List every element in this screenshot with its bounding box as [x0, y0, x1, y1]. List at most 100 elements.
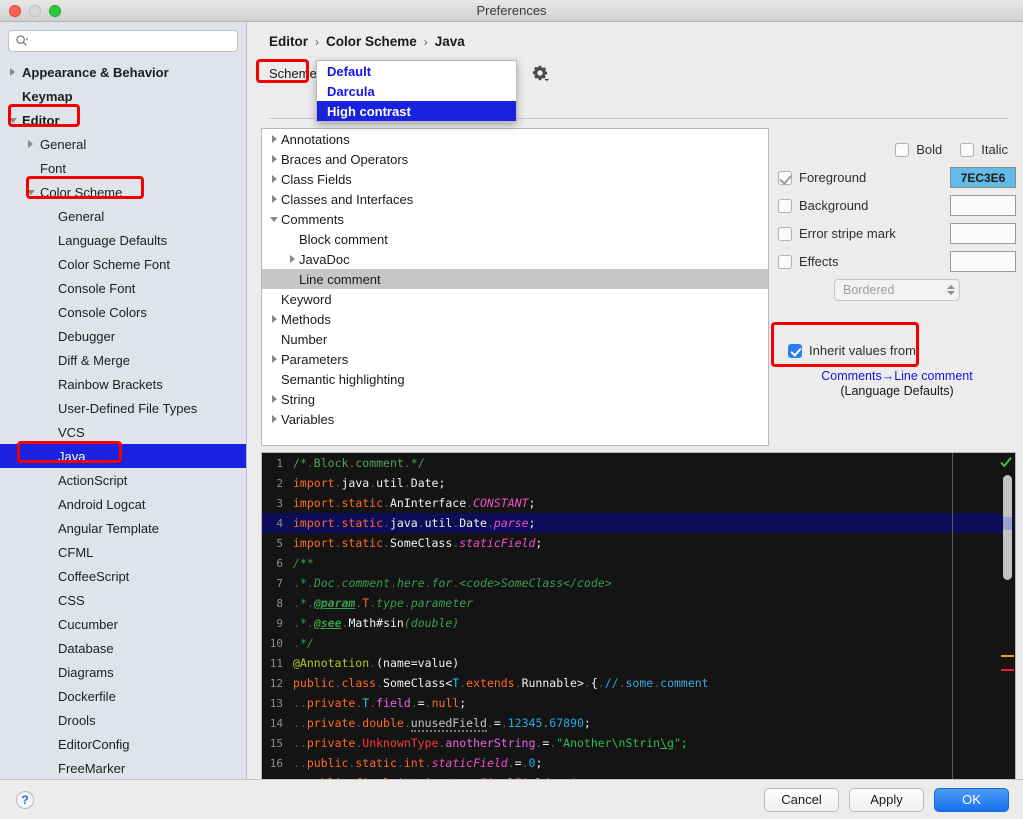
sidebar-item-color-scheme-font[interactable]: Color Scheme Font — [0, 252, 246, 276]
foreground-color-swatch[interactable]: 7EC3E6 — [950, 167, 1016, 188]
inherit-checkbox[interactable] — [788, 343, 802, 358]
settings-tree-item-javadoc[interactable]: JavaDoc — [262, 249, 768, 269]
settings-tree-item-keyword[interactable]: Keyword — [262, 289, 768, 309]
dropdown-option-high-contrast[interactable]: High contrast — [317, 101, 516, 121]
sidebar-item-console-colors[interactable]: Console Colors — [0, 300, 246, 324]
error-stripe-color-swatch[interactable] — [950, 223, 1016, 244]
settings-tree-item-semantic-highlighting[interactable]: Semantic highlighting — [262, 369, 768, 389]
background-checkbox-row[interactable]: Background — [778, 198, 950, 213]
breadcrumb-item-java[interactable]: Java — [435, 34, 465, 49]
sidebar-item-dockerfile[interactable]: Dockerfile — [0, 684, 246, 708]
foreground-checkbox-row[interactable]: Foreground — [778, 170, 950, 185]
sidebar-item-actionscript[interactable]: ActionScript — [0, 468, 246, 492]
chevron-right-icon[interactable] — [267, 315, 281, 323]
background-color-swatch[interactable] — [950, 195, 1016, 216]
foreground-checkbox[interactable] — [778, 170, 792, 185]
settings-tree-item-braces-and-operators[interactable]: Braces and Operators — [262, 149, 768, 169]
chevron-updown-icon[interactable] — [947, 285, 955, 295]
code-line[interactable]: 7 .*.Doc.comment.here.for.<code>SomeClass… — [262, 573, 1015, 593]
effect-type-select[interactable]: Bordered — [834, 279, 960, 301]
code-line[interactable]: 14 ..private.double.unusedField.=.12345.6… — [262, 713, 1015, 733]
chevron-down-icon[interactable] — [267, 216, 281, 222]
settings-tree-item-block-comment[interactable]: Block comment — [262, 229, 768, 249]
sidebar-item-user-defined-file-types[interactable]: User-Defined File Types — [0, 396, 246, 420]
effects-color-swatch[interactable] — [950, 251, 1016, 272]
code-line[interactable]: 8 .*.@param.T.type.parameter — [262, 593, 1015, 613]
chevron-down-icon[interactable] — [6, 114, 19, 127]
ok-button[interactable]: OK — [934, 787, 1009, 812]
sidebar-item-android-logcat[interactable]: Android Logcat — [0, 492, 246, 516]
settings-tree-item-string[interactable]: String — [262, 389, 768, 409]
chevron-right-icon[interactable] — [285, 255, 299, 263]
code-line[interactable]: 11 @Annotation.(name=value) — [262, 653, 1015, 673]
sidebar-item-cfml[interactable]: CFML — [0, 540, 246, 564]
cancel-button[interactable]: Cancel — [764, 787, 839, 812]
sidebar-item-editor[interactable]: Editor — [0, 108, 246, 132]
sidebar-item-coffeescript[interactable]: CoffeeScript — [0, 564, 246, 588]
sidebar-item-color-scheme[interactable]: Color Scheme — [0, 180, 246, 204]
code-line[interactable]: 12 public.class.SomeClass<T.extends.Runna… — [262, 673, 1015, 693]
settings-tree-item-annotations[interactable]: Annotations — [262, 129, 768, 149]
settings-tree-item-comments[interactable]: Comments — [262, 209, 768, 229]
sidebar-item-console-font[interactable]: Console Font — [0, 276, 246, 300]
sidebar-item-appearance-behavior[interactable]: Appearance & Behavior — [0, 60, 246, 84]
code-line[interactable]: 13 ..private.T.field.=.null; — [262, 693, 1015, 713]
bold-checkbox-row[interactable]: Bold — [895, 142, 942, 157]
gear-icon[interactable] — [531, 64, 549, 82]
settings-tree-item-number[interactable]: Number — [262, 329, 768, 349]
help-button[interactable]: ? — [16, 790, 34, 809]
sidebar-item-keymap[interactable]: Keymap — [0, 84, 246, 108]
chevron-right-icon[interactable] — [267, 395, 281, 403]
sidebar-item-css[interactable]: CSS — [0, 588, 246, 612]
editor-scrollbar[interactable] — [1000, 453, 1014, 799]
code-preview[interactable]: 1 /*.Block.comment.*/ 2 import.java.util.Da… — [261, 452, 1016, 800]
italic-checkbox-row[interactable]: Italic — [960, 142, 1008, 157]
code-line[interactable]: 15 ..private.UnknownType.anotherString.=.… — [262, 733, 1015, 753]
chevron-right-icon[interactable] — [24, 138, 37, 151]
code-line[interactable]: 2 import.java.util.Date; — [262, 473, 1015, 493]
error-stripe-checkbox-row[interactable]: Error stripe mark — [778, 226, 950, 241]
sidebar-item-general[interactable]: General — [0, 132, 246, 156]
settings-tree-item-class-fields[interactable]: Class Fields — [262, 169, 768, 189]
breadcrumb-item-editor[interactable]: Editor — [269, 34, 308, 49]
warning-stripe-marker[interactable] — [1001, 655, 1014, 657]
italic-checkbox[interactable] — [960, 142, 975, 157]
search-input[interactable] — [32, 34, 231, 48]
code-line[interactable]: 16 ..public.static.int.staticField.=.0; — [262, 753, 1015, 773]
background-checkbox[interactable] — [778, 198, 792, 213]
code-line[interactable]: 10 .*/ — [262, 633, 1015, 653]
inherit-source-link[interactable]: Comments→Line comment — [778, 368, 1016, 384]
sidebar-item-diff-merge[interactable]: Diff & Merge — [0, 348, 246, 372]
sidebar-item-language-defaults[interactable]: Language Defaults — [0, 228, 246, 252]
sidebar-item-font[interactable]: Font — [0, 156, 246, 180]
sidebar-item-general[interactable]: General — [0, 204, 246, 228]
sidebar-item-database[interactable]: Database — [0, 636, 246, 660]
code-line[interactable]: 6 /** — [262, 553, 1015, 573]
bold-checkbox[interactable] — [895, 142, 910, 157]
dropdown-option-darcula[interactable]: Darcula — [317, 81, 516, 101]
inherit-checkbox-row[interactable]: Inherit values from: — [788, 343, 1016, 358]
settings-tree-item-variables[interactable]: Variables — [262, 409, 768, 429]
chevron-down-icon[interactable] — [24, 186, 37, 199]
sidebar-item-diagrams[interactable]: Diagrams — [0, 660, 246, 684]
code-line[interactable]: 1 /*.Block.comment.*/ — [262, 453, 1015, 473]
effects-checkbox[interactable] — [778, 254, 792, 269]
scheme-dropdown-list[interactable]: Default Darcula High contrast — [316, 60, 517, 122]
settings-tree-item-line-comment[interactable]: Line comment — [262, 269, 768, 289]
chevron-right-icon[interactable] — [267, 175, 281, 183]
code-line[interactable]: 3 import.static.AnInterface.CONSTANT; — [262, 493, 1015, 513]
sidebar-item-editorconfig[interactable]: EditorConfig — [0, 732, 246, 756]
error-stripe-marker[interactable] — [1001, 669, 1014, 671]
sidebar-item-java[interactable]: Java — [0, 444, 246, 468]
search-box[interactable] — [8, 30, 238, 52]
apply-button[interactable]: Apply — [849, 787, 924, 812]
sidebar-item-vcs[interactable]: VCS — [0, 420, 246, 444]
sidebar-item-angular-template[interactable]: Angular Template — [0, 516, 246, 540]
sidebar-item-freemarker[interactable]: FreeMarker — [0, 756, 246, 779]
settings-tree-item-parameters[interactable]: Parameters — [262, 349, 768, 369]
code-line[interactable]: 9 .*.@see.Math#sin(double) — [262, 613, 1015, 633]
breadcrumb-item-color-scheme[interactable]: Color Scheme — [326, 34, 417, 49]
settings-tree-item-classes-and-interfaces[interactable]: Classes and Interfaces — [262, 189, 768, 209]
sidebar-item-cucumber[interactable]: Cucumber — [0, 612, 246, 636]
sidebar-item-debugger[interactable]: Debugger — [0, 324, 246, 348]
